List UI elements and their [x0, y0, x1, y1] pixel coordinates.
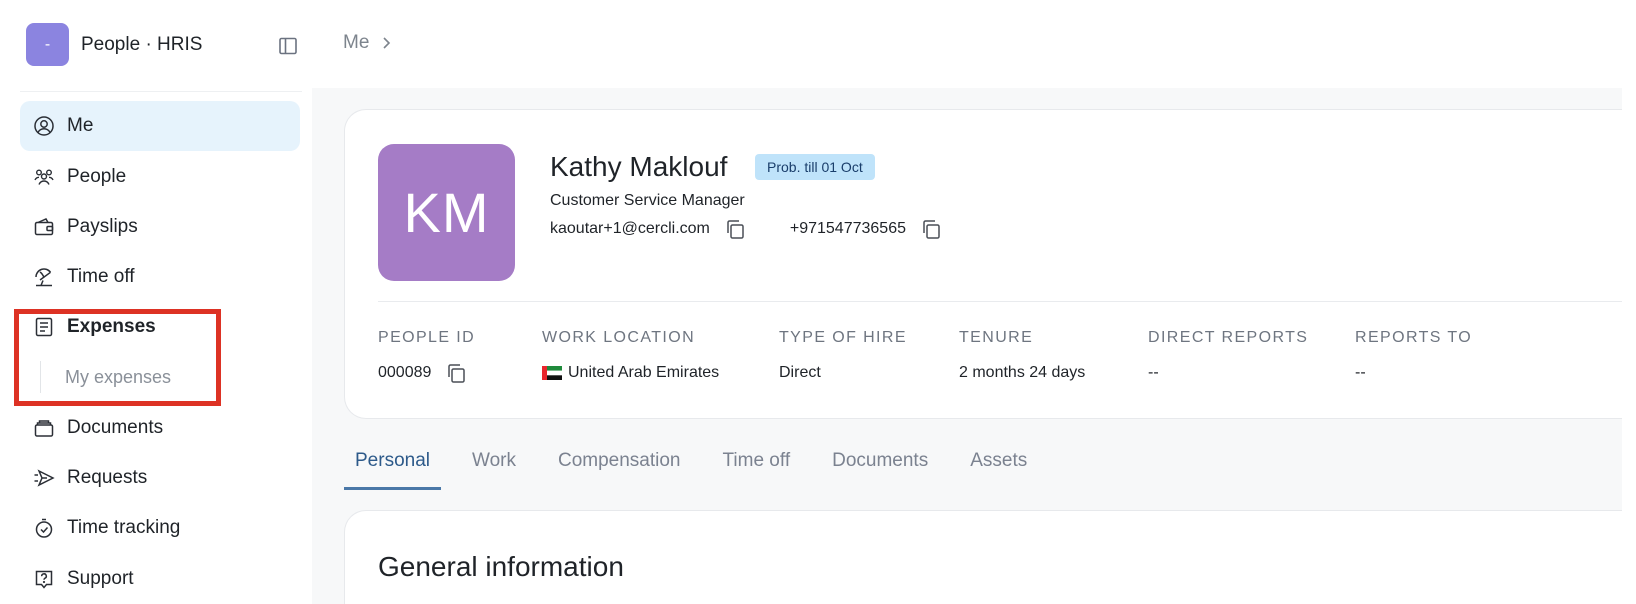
- user-circle-icon: [33, 115, 55, 137]
- sidebar-item-people[interactable]: People: [20, 152, 300, 202]
- info-value: Direct: [779, 364, 821, 381]
- info-value: 2 months 24 days: [959, 364, 1086, 381]
- sidebar-item-label: Time off: [67, 266, 135, 287]
- profile-card: KM Kathy Maklouf Prob. till 01 Oct Custo…: [344, 109, 1635, 419]
- info-label: WORK LOCATION: [542, 329, 696, 346]
- sidebar-item-me[interactable]: Me: [20, 101, 300, 151]
- info-label: TYPE OF HIRE: [779, 329, 907, 346]
- sidebar-item-label: Payslips: [67, 216, 138, 237]
- sidebar-item-label: Requests: [67, 467, 148, 488]
- card-divider: [378, 301, 1635, 302]
- sidebar-item-time-tracking[interactable]: Time tracking: [20, 503, 300, 553]
- tab-work[interactable]: Work: [461, 446, 527, 490]
- copy-id-icon[interactable]: [445, 362, 467, 384]
- tab-documents[interactable]: Documents: [821, 446, 939, 490]
- job-title: Customer Service Manager: [550, 192, 745, 209]
- sidebar-item-documents[interactable]: Documents: [20, 403, 300, 453]
- sidebar-item-support[interactable]: Support: [20, 554, 300, 604]
- info-people-id: PEOPLE ID 000089: [378, 328, 475, 384]
- sidebar-item-requests[interactable]: Requests: [20, 453, 300, 503]
- brand-logo: -: [26, 23, 69, 66]
- info-label: PEOPLE ID: [378, 329, 476, 346]
- info-label: TENURE: [959, 329, 1034, 346]
- sidebar-item-payslips[interactable]: Payslips: [20, 202, 300, 252]
- uae-flag-icon: [542, 366, 562, 380]
- info-work-location: WORK LOCATION United Arab Emirates: [542, 328, 719, 384]
- main-content: KM Kathy Maklouf Prob. till 01 Oct Custo…: [312, 88, 1635, 604]
- wallet-icon: [33, 216, 55, 238]
- sidebar-item-label: Expenses: [67, 316, 156, 337]
- profile-tabs: Personal Work Compensation Time off Docu…: [344, 446, 1058, 490]
- info-type-of-hire: TYPE OF HIRE Direct: [779, 328, 907, 384]
- general-info-card: General information: [344, 510, 1634, 604]
- right-edge: [1622, 88, 1636, 604]
- receipt-icon: [33, 316, 55, 338]
- topbar: Me: [312, 0, 1636, 88]
- info-value: --: [1355, 364, 1366, 381]
- avatar: KM: [378, 144, 515, 281]
- info-direct-reports: DIRECT REPORTS --: [1148, 328, 1308, 384]
- sidebar-toggle-icon[interactable]: [277, 35, 299, 57]
- contact-row: kaoutar+1@cercli.com +971547736565: [550, 218, 942, 240]
- sidebar-item-label: People: [67, 166, 127, 187]
- sidebar-item-label: Me: [67, 115, 94, 136]
- chevron-right-icon: [383, 37, 391, 49]
- sidebar-item-label: Support: [67, 568, 134, 589]
- tab-personal[interactable]: Personal: [344, 446, 441, 490]
- sidebar-subitem-my-expenses[interactable]: My expenses: [40, 361, 171, 393]
- info-value: 000089: [378, 362, 475, 384]
- stopwatch-icon: [33, 517, 55, 539]
- probation-badge: Prob. till 01 Oct: [755, 154, 875, 180]
- info-value: --: [1148, 364, 1159, 381]
- umbrella-icon: [33, 266, 55, 288]
- tab-assets[interactable]: Assets: [959, 446, 1038, 490]
- copy-phone-icon[interactable]: [920, 218, 942, 240]
- info-reports-to: REPORTS TO --: [1355, 328, 1472, 384]
- brand[interactable]: - People · HRIS: [26, 23, 202, 66]
- copy-email-icon[interactable]: [724, 218, 746, 240]
- help-icon: [33, 568, 55, 590]
- brand-divider: [20, 91, 302, 92]
- work-location-value: United Arab Emirates: [568, 364, 720, 381]
- documents-icon: [33, 417, 55, 439]
- breadcrumb-root[interactable]: Me: [343, 32, 369, 54]
- tab-time-off[interactable]: Time off: [712, 446, 802, 490]
- breadcrumb: Me: [343, 32, 393, 54]
- info-value: United Arab Emirates: [542, 362, 719, 384]
- info-label: REPORTS TO: [1355, 329, 1473, 346]
- email-text: kaoutar+1@cercli.com: [550, 220, 710, 237]
- sidebar-item-label: Time tracking: [67, 517, 181, 538]
- sidebar-item-time-off[interactable]: Time off: [20, 252, 300, 302]
- people-icon: [33, 166, 55, 188]
- section-title: General information: [378, 551, 624, 582]
- sidebar-item-expenses[interactable]: Expenses: [20, 302, 300, 352]
- person-name: Kathy Maklouf: [550, 151, 728, 182]
- brand-name: People · HRIS: [81, 33, 203, 55]
- sidebar: - People · HRIS Me People Payslips Time …: [0, 0, 312, 604]
- info-label: DIRECT REPORTS: [1148, 329, 1309, 346]
- send-icon: [33, 467, 55, 489]
- info-tenure: TENURE 2 months 24 days: [959, 328, 1085, 384]
- sidebar-item-label: Documents: [67, 417, 164, 438]
- phone-text: +971547736565: [789, 220, 906, 237]
- tab-compensation[interactable]: Compensation: [547, 446, 692, 490]
- people-id-value: 000089: [378, 364, 432, 381]
